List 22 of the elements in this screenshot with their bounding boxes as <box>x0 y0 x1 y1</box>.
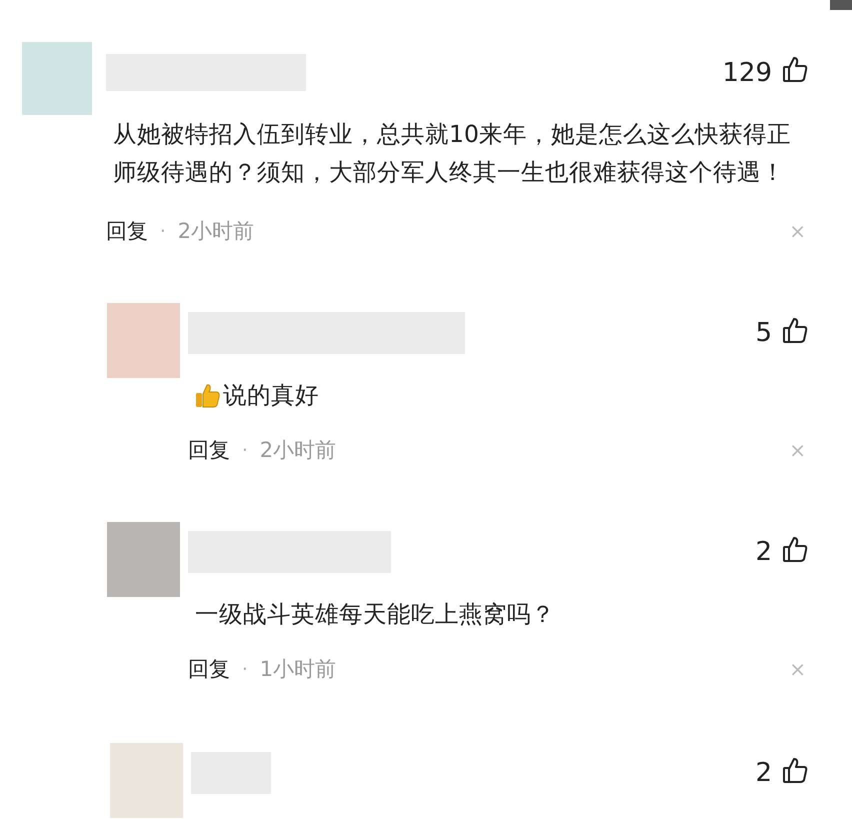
separator-dot: · <box>160 220 166 242</box>
comment-text: 从她被特招入伍到转业，总共就10来年，她是怎么这么快获得正师级待遇的？须知，大部分军人终其一生也很难获得这个待遇！ <box>113 119 792 188</box>
comment-text: 说的真好 <box>223 380 319 411</box>
reply-link[interactable]: 回复 <box>188 655 230 683</box>
reply-link[interactable]: 回复 <box>188 436 230 464</box>
comment-text: 一级战斗英雄每天能吃上燕窝吗？ <box>195 599 555 630</box>
reply-link[interactable]: 回复 <box>106 217 148 245</box>
avatar[interactable] <box>107 522 180 597</box>
timestamp: 1小时前 <box>260 656 336 683</box>
timestamp: 2小时前 <box>260 437 336 464</box>
avatar[interactable] <box>110 743 183 818</box>
like-count: 2 <box>755 758 772 788</box>
timestamp: 2小时前 <box>178 218 254 245</box>
like-count: 2 <box>755 537 772 567</box>
like-count: 129 <box>722 58 772 88</box>
separator-dot: · <box>242 440 248 460</box>
avatar[interactable] <box>22 42 92 115</box>
thumbs-up-icon <box>195 382 221 408</box>
scrollbar-thumb[interactable] <box>830 0 852 10</box>
like-count: 5 <box>755 318 772 348</box>
separator-dot: · <box>242 658 248 680</box>
avatar[interactable] <box>107 303 180 378</box>
